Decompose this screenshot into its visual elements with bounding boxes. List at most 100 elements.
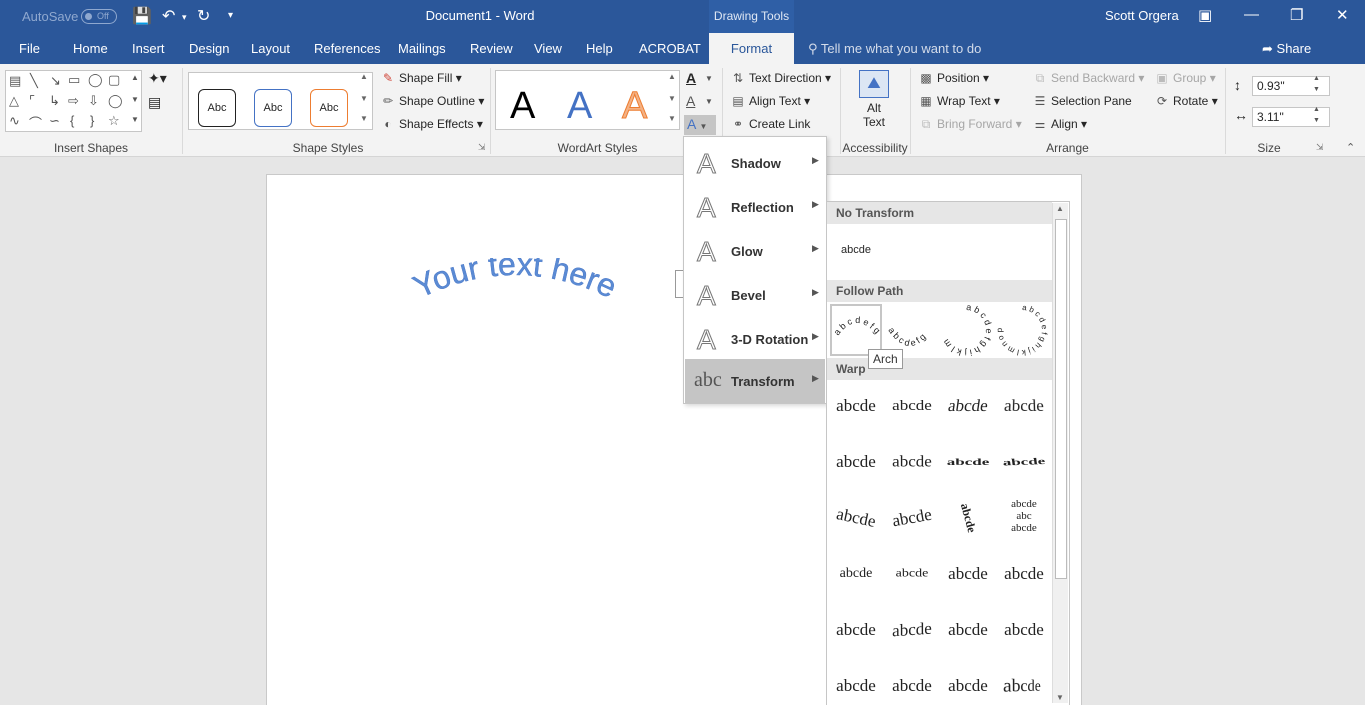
down-arrow-shape-icon[interactable]: ⇩ bbox=[88, 93, 99, 109]
tab-layout[interactable]: Layout bbox=[251, 41, 290, 56]
star-shape-icon[interactable]: ☆ bbox=[108, 113, 120, 129]
warp-option[interactable]: abcde bbox=[886, 384, 938, 428]
warp-option[interactable]: abcde bbox=[995, 655, 1045, 705]
tab-view[interactable]: View bbox=[534, 41, 562, 56]
styles-more-icon[interactable]: ▼ bbox=[360, 114, 368, 123]
shape-styles-launcher-icon[interactable]: ⇲ bbox=[478, 142, 486, 153]
edit-shape-icon[interactable]: ✦▾ bbox=[148, 70, 167, 87]
tab-acrobat[interactable]: ACROBAT bbox=[639, 41, 701, 56]
warp-option[interactable]: abcde bbox=[942, 448, 994, 477]
text-outline-dropdown-icon[interactable]: ▼ bbox=[705, 97, 713, 106]
tab-help[interactable]: Help bbox=[586, 41, 613, 56]
tab-references[interactable]: References bbox=[314, 41, 380, 56]
warp-option[interactable]: abcde bbox=[882, 488, 942, 548]
scroll-up-icon[interactable]: ▲ bbox=[131, 73, 139, 82]
wordart-scroll-up-icon[interactable]: ▲ bbox=[668, 72, 676, 81]
textbox-shape-icon[interactable]: ▤ bbox=[9, 73, 21, 89]
no-transform-option[interactable]: abcde bbox=[841, 244, 871, 256]
tab-insert[interactable]: Insert bbox=[132, 41, 165, 56]
wrap-text-button[interactable]: ▦ Wrap Text ▾ bbox=[918, 94, 1000, 108]
transform-button[interactable]: a b c d e f g h i j k l m n o p bbox=[995, 303, 1049, 357]
wordart-style-blue[interactable]: A bbox=[567, 85, 592, 128]
right-brace-icon[interactable]: } bbox=[90, 113, 94, 128]
text-outline-icon[interactable]: A bbox=[686, 93, 695, 109]
tab-review[interactable]: Review bbox=[470, 41, 513, 56]
user-name[interactable]: Scott Orgera bbox=[1105, 8, 1179, 23]
right-arrow-shape-icon[interactable]: ⇨ bbox=[68, 93, 79, 109]
alt-text-button[interactable]: ⛰ Alt Text bbox=[856, 70, 892, 136]
minimize-icon[interactable]: — bbox=[1244, 6, 1259, 23]
scroll-down-icon[interactable]: ▼ bbox=[1056, 693, 1064, 702]
callout-shape-icon[interactable]: ◯ bbox=[108, 93, 123, 109]
shape-outline-button[interactable]: ✏ Shape Outline ▾ bbox=[380, 94, 484, 108]
shape-style-black[interactable]: Abc bbox=[198, 89, 236, 127]
arc-shape-icon[interactable]: ⌒ bbox=[29, 113, 42, 132]
warp-option[interactable]: abcde bbox=[886, 602, 938, 658]
shape-style-blue[interactable]: Abc bbox=[254, 89, 292, 127]
collapse-ribbon-icon[interactable]: ⌃ bbox=[1346, 141, 1355, 154]
menu-item-transform[interactable]: abc Transform ▶ bbox=[685, 359, 825, 403]
warp-option[interactable]: abcde bbox=[830, 380, 882, 432]
text-fill-icon[interactable]: A bbox=[686, 70, 696, 86]
width-spin-down-icon[interactable]: ▼ bbox=[1313, 117, 1320, 124]
warp-option[interactable]: abcde bbox=[942, 548, 994, 600]
warp-option[interactable]: abcde bbox=[886, 553, 938, 595]
warp-option[interactable]: abcde bbox=[830, 604, 882, 656]
left-brace-icon[interactable]: { bbox=[70, 113, 74, 128]
create-link-button[interactable]: ⚭ Create Link bbox=[730, 117, 810, 131]
shape-effects-button[interactable]: ◐ Shape Effects ▾ bbox=[380, 117, 482, 131]
width-spin-up-icon[interactable]: ▲ bbox=[1313, 106, 1320, 113]
wordart-more-icon[interactable]: ▼ bbox=[668, 114, 676, 123]
rotate-button[interactable]: ⟳ Rotate ▾ bbox=[1154, 94, 1218, 108]
position-button[interactable]: ▩ Position ▾ bbox=[918, 71, 989, 85]
draw-textbox-icon[interactable]: ▤ bbox=[148, 94, 161, 111]
warp-option[interactable]: abcde bbox=[996, 447, 1052, 478]
elbow-arrow-icon[interactable]: ↳ bbox=[49, 93, 60, 109]
shape-style-orange[interactable]: Abc bbox=[310, 89, 348, 127]
align-text-button[interactable]: ▤ Align Text ▾ bbox=[730, 94, 810, 108]
tab-file[interactable]: File bbox=[19, 41, 40, 56]
warp-option[interactable]: abcde bbox=[998, 548, 1050, 600]
warp-option[interactable]: abcde bbox=[995, 383, 1052, 434]
tab-format[interactable]: Format bbox=[709, 33, 794, 64]
warp-option[interactable]: abcde bbox=[830, 660, 882, 705]
ribbon-display-icon[interactable]: ▣ bbox=[1198, 6, 1212, 24]
triangle-shape-icon[interactable]: △ bbox=[9, 93, 19, 109]
group-button[interactable]: ▣ Group ▾ bbox=[1154, 71, 1215, 85]
styles-scroll-down-icon[interactable]: ▼ bbox=[360, 94, 368, 103]
scroll-down-icon[interactable]: ▼ bbox=[131, 95, 139, 104]
more-shapes-icon[interactable]: ▼ bbox=[131, 115, 139, 124]
warp-option[interactable]: abcde bbox=[827, 487, 887, 549]
wordart-style-black[interactable]: A bbox=[510, 85, 535, 128]
warp-option[interactable]: abcde bbox=[830, 548, 882, 600]
text-fill-dropdown-icon[interactable]: ▼ bbox=[705, 74, 713, 83]
freeform-shape-icon[interactable]: ∿ bbox=[9, 113, 20, 129]
tab-design[interactable]: Design bbox=[189, 41, 229, 56]
styles-scroll-up-icon[interactable]: ▲ bbox=[360, 72, 368, 81]
tab-home[interactable]: Home bbox=[73, 41, 108, 56]
warp-option[interactable]: abcde bbox=[946, 496, 991, 541]
wordart-scroll-down-icon[interactable]: ▼ bbox=[668, 94, 676, 103]
menu-item-3d-rotation[interactable]: A 3-D Rotation ▶ bbox=[685, 317, 825, 361]
shapes-gallery[interactable]: ▤ ╲ ↘ ▭ ◯ ▢ △ ⌜ ↳ ⇨ ⇩ ◯ ∿ ⌒ ∽ { } ☆ ▲ ▼ … bbox=[5, 70, 142, 132]
warp-option[interactable]: abcde bbox=[830, 436, 882, 488]
warp-option[interactable]: abcde bbox=[942, 660, 994, 705]
menu-item-glow[interactable]: A Glow ▶ bbox=[685, 229, 825, 273]
warp-option[interactable]: abcde bbox=[886, 439, 938, 486]
height-spin-down-icon[interactable]: ▼ bbox=[1313, 86, 1320, 93]
curve-shape-icon[interactable]: ∽ bbox=[49, 113, 60, 129]
warp-option[interactable]: abcde bbox=[998, 604, 1050, 656]
share-button[interactable]: ➦ Share bbox=[1262, 41, 1311, 57]
oval-shape-icon[interactable]: ◯ bbox=[88, 72, 103, 88]
menu-item-shadow[interactable]: A Shadow ▶ bbox=[685, 141, 825, 185]
menu-item-reflection[interactable]: A Reflection ▶ bbox=[685, 185, 825, 229]
shape-fill-button[interactable]: ✎ Shape Fill ▾ bbox=[380, 71, 462, 85]
scroll-thumb[interactable] bbox=[1055, 219, 1067, 579]
warp-option[interactable]: abcde bbox=[938, 380, 997, 432]
tell-me-search[interactable]: ⚲ Tell me what you want to do bbox=[808, 41, 981, 57]
tab-mailings[interactable]: Mailings bbox=[398, 41, 446, 56]
close-icon[interactable]: ✕ bbox=[1336, 6, 1349, 24]
selection-pane-button[interactable]: ☰ Selection Pane bbox=[1032, 94, 1132, 108]
elbow-connector-icon[interactable]: ⌜ bbox=[29, 93, 35, 109]
arrow-line-shape-icon[interactable]: ↘ bbox=[50, 73, 61, 89]
